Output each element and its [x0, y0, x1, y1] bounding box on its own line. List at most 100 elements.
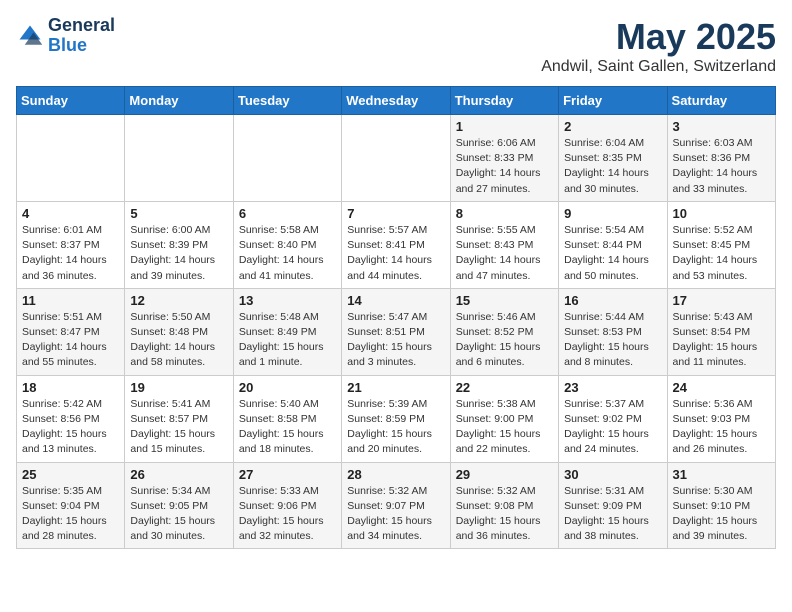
day-number: 15: [456, 293, 553, 308]
day-number: 30: [564, 467, 661, 482]
day-number: 21: [347, 380, 444, 395]
calendar-week-row: 1 Sunrise: 6:06 AMSunset: 8:33 PMDaylight…: [17, 115, 776, 202]
day-number: 8: [456, 206, 553, 221]
calendar-cell: 16 Sunrise: 5:44 AMSunset: 8:53 PMDayligh…: [559, 288, 667, 375]
calendar-cell: 29Sunrise: 5:32 AMSunset: 9:08 PMDayligh…: [450, 462, 558, 549]
day-number: 27: [239, 467, 336, 482]
day-number: 19: [130, 380, 227, 395]
calendar-cell: 6 Sunrise: 5:58 AMSunset: 8:40 PMDaylight…: [233, 201, 341, 288]
day-number: 18: [22, 380, 119, 395]
day-info: Sunrise: 5:50 AMSunset: 8:48 PMDaylight:…: [130, 310, 227, 371]
day-info: Sunrise: 6:03 AMSunset: 8:36 PMDaylight:…: [673, 136, 770, 197]
day-info: Sunrise: 5:40 AMSunset: 8:58 PMDaylight:…: [239, 397, 336, 458]
calendar-cell: 23 Sunrise: 5:37 AMSunset: 9:02 PMDayligh…: [559, 375, 667, 462]
calendar-cell: 5 Sunrise: 6:00 AMSunset: 8:39 PMDaylight…: [125, 201, 233, 288]
day-number: 28: [347, 467, 444, 482]
day-info: Sunrise: 5:32 AMSunset: 9:08 PMDaylight:…: [456, 484, 553, 545]
logo-icon: [16, 22, 44, 50]
calendar-cell: 11Sunrise: 5:51 AMSunset: 8:47 PMDayligh…: [17, 288, 125, 375]
header-wednesday: Wednesday: [342, 87, 450, 115]
day-number: 16: [564, 293, 661, 308]
day-number: 10: [673, 206, 770, 221]
calendar-cell: 10 Sunrise: 5:52 AMSunset: 8:45 PMDayligh…: [667, 201, 775, 288]
day-info: Sunrise: 5:58 AMSunset: 8:40 PMDaylight:…: [239, 223, 336, 284]
header-thursday: Thursday: [450, 87, 558, 115]
day-number: 4: [22, 206, 119, 221]
day-number: 14: [347, 293, 444, 308]
day-number: 26: [130, 467, 227, 482]
day-info: Sunrise: 5:44 AMSunset: 8:53 PMDaylight:…: [564, 310, 661, 371]
calendar-cell: 22Sunrise: 5:38 AMSunset: 9:00 PMDayligh…: [450, 375, 558, 462]
day-number: 31: [673, 467, 770, 482]
day-number: 25: [22, 467, 119, 482]
day-info: Sunrise: 5:33 AMSunset: 9:06 PMDaylight:…: [239, 484, 336, 545]
calendar-cell: 17Sunrise: 5:43 AMSunset: 8:54 PMDayligh…: [667, 288, 775, 375]
calendar-cell: 12Sunrise: 5:50 AMSunset: 8:48 PMDayligh…: [125, 288, 233, 375]
calendar-cell: 20 Sunrise: 5:40 AMSunset: 8:58 PMDayligh…: [233, 375, 341, 462]
calendar-cell: 30Sunrise: 5:31 AMSunset: 9:09 PMDayligh…: [559, 462, 667, 549]
day-number: 3: [673, 119, 770, 134]
calendar-cell: 4 Sunrise: 6:01 AMSunset: 8:37 PMDaylight…: [17, 201, 125, 288]
day-number: 5: [130, 206, 227, 221]
calendar-cell: [125, 115, 233, 202]
calendar-cell: 8Sunrise: 5:55 AMSunset: 8:43 PMDaylight…: [450, 201, 558, 288]
day-info: Sunrise: 5:57 AMSunset: 8:41 PMDaylight:…: [347, 223, 444, 284]
month-title: May 2025: [541, 16, 776, 58]
header-tuesday: Tuesday: [233, 87, 341, 115]
day-number: 22: [456, 380, 553, 395]
day-number: 7: [347, 206, 444, 221]
day-number: 6: [239, 206, 336, 221]
day-info: Sunrise: 5:32 AMSunset: 9:07 PMDaylight:…: [347, 484, 444, 545]
day-info: Sunrise: 5:37 AMSunset: 9:02 PMDaylight:…: [564, 397, 661, 458]
day-number: 23: [564, 380, 661, 395]
calendar-cell: 21Sunrise: 5:39 AMSunset: 8:59 PMDayligh…: [342, 375, 450, 462]
calendar-cell: 27 Sunrise: 5:33 AMSunset: 9:06 PMDayligh…: [233, 462, 341, 549]
calendar-week-row: 18 Sunrise: 5:42 AMSunset: 8:56 PMDayligh…: [17, 375, 776, 462]
calendar-cell: 25 Sunrise: 5:35 AMSunset: 9:04 PMDayligh…: [17, 462, 125, 549]
day-info: Sunrise: 5:41 AMSunset: 8:57 PMDaylight:…: [130, 397, 227, 458]
calendar-cell: [233, 115, 341, 202]
calendar-cell: 18 Sunrise: 5:42 AMSunset: 8:56 PMDayligh…: [17, 375, 125, 462]
day-info: Sunrise: 5:47 AMSunset: 8:51 PMDaylight:…: [347, 310, 444, 371]
calendar-cell: 31 Sunrise: 5:30 AMSunset: 9:10 PMDayligh…: [667, 462, 775, 549]
day-info: Sunrise: 5:30 AMSunset: 9:10 PMDaylight:…: [673, 484, 770, 545]
day-number: 13: [239, 293, 336, 308]
day-info: Sunrise: 5:48 AMSunset: 8:49 PMDaylight:…: [239, 310, 336, 371]
location-subtitle: Andwil, Saint Gallen, Switzerland: [541, 58, 776, 76]
calendar-cell: 19 Sunrise: 5:41 AMSunset: 8:57 PMDayligh…: [125, 375, 233, 462]
day-info: Sunrise: 6:04 AMSunset: 8:35 PMDaylight:…: [564, 136, 661, 197]
logo-line1: General: [48, 15, 115, 35]
calendar-cell: [17, 115, 125, 202]
day-info: Sunrise: 5:52 AMSunset: 8:45 PMDaylight:…: [673, 223, 770, 284]
day-info: Sunrise: 5:36 AMSunset: 9:03 PMDaylight:…: [673, 397, 770, 458]
day-number: 11: [22, 293, 119, 308]
calendar-cell: 3 Sunrise: 6:03 AMSunset: 8:36 PMDaylight…: [667, 115, 775, 202]
logo-line2: Blue: [48, 35, 87, 55]
logo-text: General Blue: [48, 16, 115, 56]
day-info: Sunrise: 5:46 AMSunset: 8:52 PMDaylight:…: [456, 310, 553, 371]
calendar-cell: 26 Sunrise: 5:34 AMSunset: 9:05 PMDayligh…: [125, 462, 233, 549]
day-number: 1: [456, 119, 553, 134]
calendar-cell: 24Sunrise: 5:36 AMSunset: 9:03 PMDayligh…: [667, 375, 775, 462]
day-number: 20: [239, 380, 336, 395]
calendar-header-row: Sunday Monday Tuesday Wednesday Thursday…: [17, 87, 776, 115]
calendar-cell: 13 Sunrise: 5:48 AMSunset: 8:49 PMDayligh…: [233, 288, 341, 375]
calendar-cell: 28 Sunrise: 5:32 AMSunset: 9:07 PMDayligh…: [342, 462, 450, 549]
day-info: Sunrise: 5:42 AMSunset: 8:56 PMDaylight:…: [22, 397, 119, 458]
day-info: Sunrise: 5:43 AMSunset: 8:54 PMDaylight:…: [673, 310, 770, 371]
calendar-week-row: 11Sunrise: 5:51 AMSunset: 8:47 PMDayligh…: [17, 288, 776, 375]
header-friday: Friday: [559, 87, 667, 115]
day-info: Sunrise: 6:00 AMSunset: 8:39 PMDaylight:…: [130, 223, 227, 284]
calendar-cell: 7 Sunrise: 5:57 AMSunset: 8:41 PMDaylight…: [342, 201, 450, 288]
day-info: Sunrise: 6:01 AMSunset: 8:37 PMDaylight:…: [22, 223, 119, 284]
day-info: Sunrise: 6:06 AMSunset: 8:33 PMDaylight:…: [456, 136, 553, 197]
calendar-cell: 14 Sunrise: 5:47 AMSunset: 8:51 PMDayligh…: [342, 288, 450, 375]
day-number: 2: [564, 119, 661, 134]
calendar-cell: 2 Sunrise: 6:04 AMSunset: 8:35 PMDaylight…: [559, 115, 667, 202]
day-info: Sunrise: 5:34 AMSunset: 9:05 PMDaylight:…: [130, 484, 227, 545]
day-info: Sunrise: 5:35 AMSunset: 9:04 PMDaylight:…: [22, 484, 119, 545]
header-saturday: Saturday: [667, 87, 775, 115]
logo: General Blue: [16, 16, 115, 56]
calendar-table: Sunday Monday Tuesday Wednesday Thursday…: [16, 86, 776, 549]
calendar-cell: 1 Sunrise: 6:06 AMSunset: 8:33 PMDaylight…: [450, 115, 558, 202]
